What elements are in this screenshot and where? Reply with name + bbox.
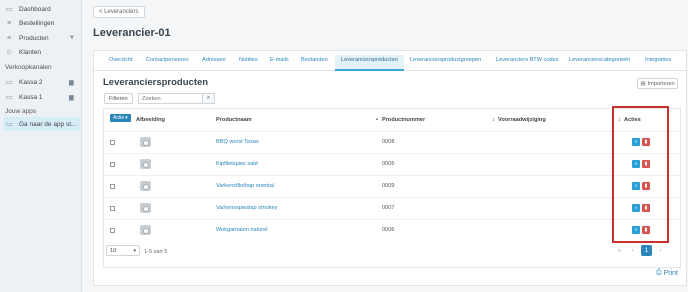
camera-icon: [140, 137, 151, 147]
row-checkbox[interactable]: [110, 228, 115, 233]
chevron-down-icon: ▾: [125, 115, 128, 121]
table-row: Kipfiletspies saté 0005 ⌕ ▮: [104, 153, 680, 175]
sidebar-item-label: Bestellingen: [19, 19, 55, 27]
pos-icon: ▭: [5, 79, 13, 86]
actions-highlight-box: [612, 106, 669, 243]
import-button[interactable]: ▤ Importeren: [637, 78, 678, 89]
sidebar-section-apps: Jouw apps: [5, 108, 37, 115]
row-checkbox[interactable]: [110, 206, 115, 211]
next-page-button[interactable]: ›: [655, 245, 666, 256]
main-content: < Leveranciers Leverancier-01 Overzicht …: [83, 0, 688, 292]
supplier-card: Overzicht Contactpersonen Adressen Notit…: [93, 50, 688, 286]
chevron-down-icon[interactable]: ▼: [69, 35, 75, 41]
search-input[interactable]: [138, 93, 202, 104]
folder-icon: ▆: [69, 79, 74, 86]
section-title: Leveranciersproducten: [103, 77, 209, 88]
tab-supplier-categories[interactable]: Leverancierscategorieën: [569, 57, 630, 63]
search-icon: ⌕: [206, 95, 211, 101]
tab-overview[interactable]: Overzicht: [109, 57, 133, 63]
filter-button[interactable]: Filteren: [104, 93, 133, 104]
product-name-link[interactable]: Varkensspieslap smokey: [216, 205, 277, 211]
users-icon: ☺: [5, 48, 13, 56]
sidebar-item-label: Kassa 2: [19, 78, 43, 86]
pos-icon: ▭: [5, 94, 13, 101]
table-row: BBQ worst Texas 0008 ⌕ ▮: [104, 131, 680, 153]
app-store-icon: ▭: [5, 121, 13, 128]
camera-icon: [140, 203, 151, 213]
sidebar: ▭ Dashboard ≡ Bestellingen ≡ Producten ▼…: [0, 0, 82, 292]
product-number: 0008: [382, 139, 395, 145]
prev-page-button[interactable]: ‹: [627, 245, 638, 256]
sidebar-item-label: Producten: [19, 34, 49, 42]
tab-supplier-vat-codes[interactable]: Leveranciers BTW codes: [496, 57, 559, 63]
sidebar-item-app-store[interactable]: ▭ Ga naar de app st...: [5, 118, 77, 130]
tab-emails[interactable]: E-mails: [270, 57, 289, 63]
sidebar-item-label: Kassa 1: [19, 93, 43, 101]
camera-icon: [140, 159, 151, 169]
sidebar-item-orders[interactable]: ≡ Bestellingen: [5, 17, 54, 29]
sidebar-item-kassa-1[interactable]: ▭ Kassa 1 ▆: [5, 91, 74, 103]
dashboard-icon: ▭: [5, 6, 13, 13]
tab-bar: Overzicht Contactpersonen Adressen Notit…: [94, 51, 688, 71]
print-button[interactable]: ⎙ Print: [656, 269, 678, 277]
sidebar-item-customers[interactable]: ☺ Klanten: [5, 46, 41, 58]
camera-icon: [140, 181, 151, 191]
product-name-link[interactable]: BBQ worst Texas: [216, 139, 259, 145]
tab-contacts[interactable]: Contactpersonen: [146, 57, 189, 63]
tab-addresses[interactable]: Adressen: [202, 57, 226, 63]
sidebar-item-kassa-2[interactable]: ▭ Kassa 2 ▆: [5, 76, 74, 88]
tab-supplier-products[interactable]: Leveranciersproducten: [335, 55, 404, 71]
search-button[interactable]: ⌕: [202, 93, 215, 104]
product-name-link[interactable]: Varkensfilethap oriental: [216, 183, 274, 189]
cart-icon: ≡: [6, 19, 12, 27]
sort-icon: ↕: [492, 117, 495, 123]
product-number: 0006: [382, 227, 395, 233]
product-number: 0005: [382, 161, 395, 167]
page-title: Leverancier-01: [93, 27, 171, 39]
product-name-link[interactable]: Wokgarnalen naturel: [216, 227, 268, 233]
products-icon: ≡: [6, 34, 12, 42]
import-label: Importeren: [647, 80, 675, 87]
col-header-stock-change[interactable]: Voorraadwijziging: [498, 117, 546, 123]
camera-icon: [140, 225, 151, 235]
table-row: Wokgarnalen naturel 0006 ⌕ ▮: [104, 219, 680, 241]
col-header-image: Afbeelding: [136, 117, 165, 123]
col-header-product-number[interactable]: Productnummer: [382, 117, 425, 123]
folder-icon: ▆: [69, 94, 74, 101]
sort-icon: •: [376, 117, 378, 123]
sidebar-item-label: Dashboard: [19, 5, 51, 13]
per-page-select[interactable]: 10 ▾: [106, 245, 140, 256]
row-checkbox[interactable]: [110, 140, 115, 145]
sidebar-item-products[interactable]: ≡ Producten ▼: [5, 32, 75, 44]
product-name-link[interactable]: Kipfiletspies saté: [216, 161, 258, 167]
sidebar-section-sales: Verkoopkanalen: [5, 64, 52, 71]
bulk-actions-button[interactable]: Actie ▾: [110, 114, 131, 122]
tab-integrations[interactable]: Integraties: [645, 57, 671, 63]
import-icon: ▤: [640, 80, 646, 87]
table-row: Varkensspieslap smokey 0007 ⌕ ▮: [104, 197, 680, 219]
sidebar-item-label: Ga naar de app st...: [19, 120, 77, 128]
sidebar-item-dashboard[interactable]: ▭ Dashboard: [5, 3, 51, 15]
tab-notes[interactable]: Notities: [239, 57, 258, 63]
chevron-down-icon: ▾: [133, 247, 136, 254]
product-number: 0009: [382, 183, 395, 189]
row-checkbox[interactable]: [110, 162, 115, 167]
product-number: 0007: [382, 205, 395, 211]
tab-files[interactable]: Bestanden: [301, 57, 328, 63]
page-button-1[interactable]: 1: [641, 245, 652, 256]
table-row: Varkensfilethap oriental 0009 ⌕ ▮: [104, 175, 680, 197]
col-header-product-name[interactable]: Productnaam: [216, 117, 252, 123]
products-table: Actie ▾ Afbeelding Productnaam • Product…: [103, 108, 681, 268]
row-checkbox[interactable]: [110, 184, 115, 189]
tab-supplier-product-groups[interactable]: Leveranciersproductgroepen: [410, 57, 481, 63]
pagination-range: 1-5 van 5: [144, 249, 168, 255]
back-button[interactable]: < Leveranciers: [93, 6, 145, 18]
first-page-button[interactable]: «: [614, 245, 625, 256]
printer-icon: ⎙: [656, 269, 662, 276]
sidebar-item-label: Klanten: [19, 48, 42, 56]
